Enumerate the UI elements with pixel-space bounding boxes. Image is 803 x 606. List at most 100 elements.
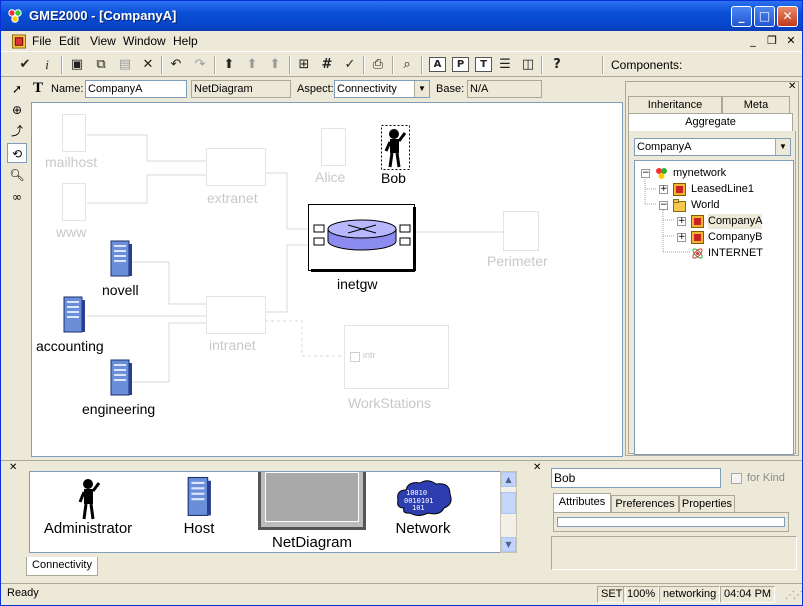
- partbrowser-close-icon[interactable]: ✕: [9, 462, 17, 473]
- save-icon[interactable]: ▣: [67, 55, 87, 74]
- up-base-icon[interactable]: ⬆: [265, 55, 285, 74]
- menu-file[interactable]: File: [32, 34, 51, 48]
- redo-icon[interactable]: ↷: [190, 55, 210, 74]
- tree-expander[interactable]: −: [641, 169, 650, 178]
- novell-host-icon[interactable]: [109, 240, 133, 278]
- tab-meta[interactable]: Meta: [722, 96, 790, 114]
- vertical-layout-icon[interactable]: ◫: [518, 55, 538, 74]
- maximize-button[interactable]: □: [754, 6, 775, 27]
- tree-item-mynetwork[interactable]: mynetwork: [673, 166, 726, 181]
- grid-icon[interactable]: ⊞: [294, 55, 314, 74]
- menu-help[interactable]: Help: [173, 34, 198, 48]
- tree-expander[interactable]: +: [677, 233, 686, 242]
- binoculars-icon[interactable]: ⌕: [397, 55, 417, 74]
- view-port-icon[interactable]: P: [452, 57, 469, 72]
- tab-aggregate[interactable]: Aggregate: [628, 113, 793, 131]
- intranet-network-icon[interactable]: [206, 296, 266, 334]
- minimize-button[interactable]: _: [731, 6, 752, 27]
- zoom-icon[interactable]: 🔍︎: [7, 165, 27, 185]
- connect-mode-icon[interactable]: ⤴: [7, 121, 27, 141]
- tree-expander[interactable]: +: [659, 185, 668, 194]
- pane-close-icon[interactable]: ✕: [788, 81, 796, 92]
- tab-attributes[interactable]: Attributes: [553, 493, 611, 513]
- tab-inheritance[interactable]: Inheritance: [628, 96, 722, 114]
- tab-connectivity[interactable]: Connectivity: [26, 557, 98, 576]
- network-cloud-icon[interactable]: 10010 0010101 101: [394, 478, 454, 518]
- accounting-host-icon[interactable]: [62, 296, 86, 334]
- status-set: SET: [597, 586, 627, 603]
- scroll-down-icon[interactable]: ▼: [501, 537, 516, 552]
- up-arrow-icon[interactable]: ⬆: [219, 55, 239, 74]
- view-type-icon[interactable]: T: [475, 57, 492, 72]
- bob-person-icon[interactable]: [381, 125, 410, 170]
- menu-edit[interactable]: Edit: [59, 34, 80, 48]
- toolbar-separator: [214, 56, 216, 74]
- disconnect-mode-icon[interactable]: ⟲: [7, 143, 27, 163]
- host-part-icon[interactable]: [186, 476, 212, 518]
- aspect-label: Aspect:: [297, 83, 334, 95]
- view-atom-icon[interactable]: A: [429, 57, 446, 72]
- check-constraint-icon[interactable]: ✓: [340, 55, 360, 74]
- mdi-close-button[interactable]: ✕: [783, 34, 799, 48]
- model-icon: [691, 215, 704, 228]
- tab-properties[interactable]: Properties: [679, 495, 735, 513]
- model-canvas[interactable]: mailhost www extranet Alice Perimeter in…: [31, 102, 623, 457]
- tree-item-world[interactable]: World: [691, 198, 720, 213]
- print-icon[interactable]: ⎙: [368, 55, 388, 74]
- aspect-dropdown[interactable]: Connectivity ▼: [334, 80, 430, 98]
- text-tool-icon[interactable]: T: [33, 80, 43, 97]
- tree-item-companyb[interactable]: CompanyB: [708, 230, 762, 245]
- toolbar-separator: [363, 56, 365, 74]
- engineering-host-icon[interactable]: [109, 359, 133, 397]
- netdiagram-part-icon[interactable]: [258, 472, 366, 530]
- tree-expander[interactable]: −: [659, 201, 668, 210]
- menu-view[interactable]: View: [90, 34, 116, 48]
- administrator-person-icon[interactable]: [76, 476, 102, 520]
- tree-item-internet[interactable]: INTERNET: [708, 246, 763, 261]
- workstations-model-box[interactable]: intr: [344, 325, 449, 389]
- set-mode-icon[interactable]: ∞: [7, 187, 27, 207]
- scroll-thumb[interactable]: [501, 492, 516, 514]
- perimeter-network-icon[interactable]: [503, 211, 539, 251]
- select-mode-icon[interactable]: ➚: [7, 79, 27, 99]
- help-icon[interactable]: ?: [547, 55, 567, 74]
- resize-grip-icon[interactable]: ⋰⋰: [785, 590, 802, 601]
- mdi-restore-button[interactable]: ❐: [764, 34, 780, 48]
- toolbar-separator: [289, 56, 291, 74]
- for-kind-checkbox[interactable]: [731, 473, 742, 484]
- mdi-minimize-button[interactable]: _: [745, 34, 761, 48]
- undo-icon[interactable]: ↶: [166, 55, 186, 74]
- tree-item-companya[interactable]: CompanyA: [708, 214, 763, 229]
- inetgw-router-icon[interactable]: [308, 204, 416, 272]
- aggregate-tree[interactable]: − mynetwork + LeasedLine1 − World + Comp…: [634, 160, 794, 455]
- horizontal-layout-icon[interactable]: ☰: [495, 55, 515, 74]
- document-icon[interactable]: [11, 34, 27, 49]
- paste-icon[interactable]: ▤: [115, 55, 135, 74]
- browser-selector[interactable]: CompanyA ▼: [634, 138, 791, 156]
- alice-person-icon[interactable]: [321, 128, 346, 166]
- chevron-down-icon[interactable]: ▼: [775, 139, 790, 155]
- tab-preferences[interactable]: Preferences: [611, 495, 679, 513]
- up-type-icon[interactable]: ⬆: [242, 55, 262, 74]
- tree-item-leasedline1[interactable]: LeasedLine1: [691, 182, 754, 197]
- interpret-icon[interactable]: i: [37, 55, 57, 74]
- tree-expander[interactable]: +: [677, 217, 686, 226]
- app-window: GME2000 - [CompanyA] _ □ ✕ File Edit Vie…: [0, 0, 803, 606]
- hash-icon[interactable]: #: [317, 55, 337, 74]
- attr-panel-close-icon[interactable]: ✕: [533, 462, 541, 473]
- part-browser-scrollbar[interactable]: ▲ ▼: [500, 471, 517, 553]
- zoom-select-icon[interactable]: ⊕: [7, 100, 27, 120]
- extranet-network-icon[interactable]: [206, 148, 266, 186]
- menu-window[interactable]: Window: [123, 34, 166, 48]
- object-name-field[interactable]: Bob: [551, 468, 721, 488]
- check-icon[interactable]: ✔: [15, 55, 35, 74]
- chevron-down-icon[interactable]: ▼: [414, 81, 429, 97]
- intr-port-icon[interactable]: [350, 352, 360, 362]
- www-host-icon[interactable]: [62, 183, 86, 221]
- delete-icon[interactable]: ✕: [138, 55, 158, 74]
- name-field[interactable]: CompanyA: [85, 80, 187, 98]
- scroll-up-icon[interactable]: ▲: [501, 472, 516, 487]
- copy-icon[interactable]: ⧉: [91, 55, 111, 74]
- close-button[interactable]: ✕: [777, 6, 798, 27]
- mailhost-host-icon[interactable]: [62, 114, 86, 152]
